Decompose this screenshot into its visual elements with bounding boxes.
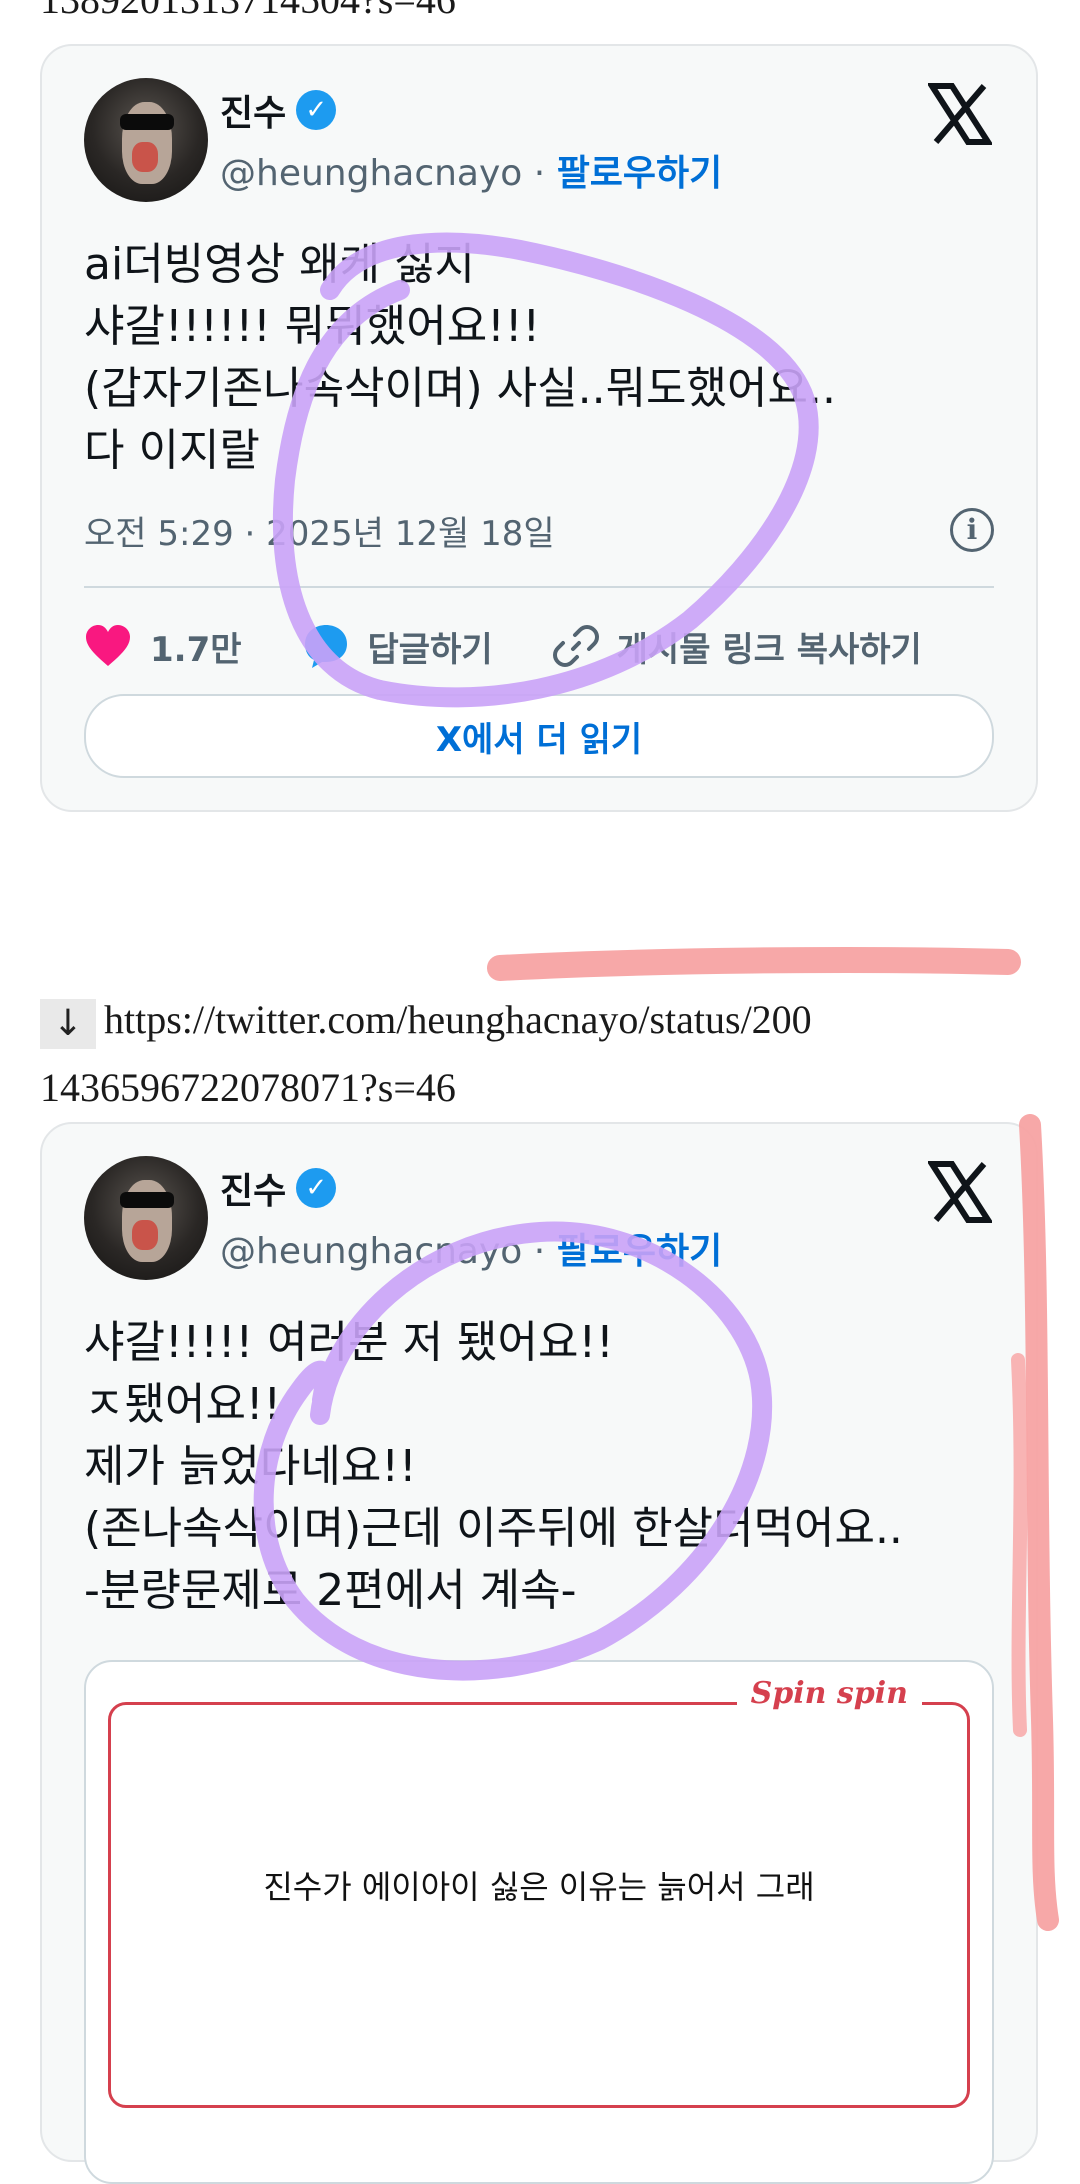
like-count: 1.7만 [150, 629, 242, 670]
tweet-embed-card[interactable]: 진수 ✓ @heunghacnayo · 팔로우하기 ai더빙영상 왜케 싫지 … [40, 44, 1038, 812]
follow-button[interactable]: 팔로우하기 [557, 1231, 723, 1272]
link-url-fragment[interactable]: 1389201313714504?s=46 [40, 0, 1060, 22]
link-url-text[interactable]: https://twitter.com/heunghacnayo/status/… [104, 997, 812, 1042]
author-name[interactable]: 진수 [220, 1162, 286, 1214]
tweet-timestamp[interactable]: 오전 5:29 · 2025년 12월 18일 [84, 506, 555, 555]
copy-link-button[interactable]: 게시물 링크 복사하기 [552, 622, 922, 671]
link-icon [552, 625, 599, 667]
like-button[interactable]: 1.7만 [84, 622, 242, 671]
media-caption: 진수가 에이아이 싫은 이유는 늙어서 그래 [263, 1868, 815, 1906]
x-logo-icon[interactable] [928, 82, 992, 146]
reply-label: 답글하기 [367, 629, 493, 670]
verified-badge-icon: ✓ [296, 90, 337, 130]
link-url-line-1[interactable]: ↓ https://twitter.com/heunghacnayo/status… [40, 998, 1060, 1049]
heart-icon [86, 625, 130, 666]
avatar[interactable] [84, 78, 208, 202]
read-more-button[interactable]: X에서 더 읽기 [84, 694, 994, 778]
x-logo-icon[interactable] [928, 1160, 992, 1224]
link-url-line-2[interactable]: 1436596722078071?s=46 [40, 1066, 1060, 1110]
author-handle[interactable]: @heunghacnayo [220, 153, 522, 194]
arrow-down-icon: ↓ [40, 998, 96, 1049]
verified-badge-icon: ✓ [296, 1168, 337, 1208]
reply-button[interactable]: 답글하기 [302, 622, 493, 671]
author-handle[interactable]: @heunghacnayo [220, 1231, 522, 1272]
divider [84, 586, 994, 588]
info-icon[interactable]: i [950, 508, 994, 552]
separator: · [533, 1231, 546, 1272]
tweet-media[interactable]: Spin spin 진수가 에이아이 싫은 이유는 늙어서 그래 [84, 1660, 994, 2184]
tweet-text: 샤갈!!!!! 여러분 저 됐어요!! ㅈ됐어요!! 제가 늙었다네요!! (존… [84, 1317, 903, 1616]
separator: · [533, 153, 546, 194]
tweet-embed-card[interactable]: 진수 ✓ @heunghacnayo · 팔로우하기 샤갈!!!!! 여러분 저… [40, 1122, 1038, 2184]
follow-button[interactable]: 팔로우하기 [557, 153, 723, 194]
tweet-text: ai더빙영상 왜케 싫지 샤갈!!!!!! 뭐뭐했어요!!! (갑자기존나속삭이… [84, 239, 836, 476]
pink-underline-scribble [487, 947, 1021, 981]
media-brand-logo: Spin spin [736, 1676, 922, 1711]
author-name[interactable]: 진수 [220, 84, 286, 136]
avatar[interactable] [84, 1156, 208, 1280]
reply-bubble-icon [304, 625, 347, 668]
copy-link-label: 게시물 링크 복사하기 [616, 629, 922, 670]
